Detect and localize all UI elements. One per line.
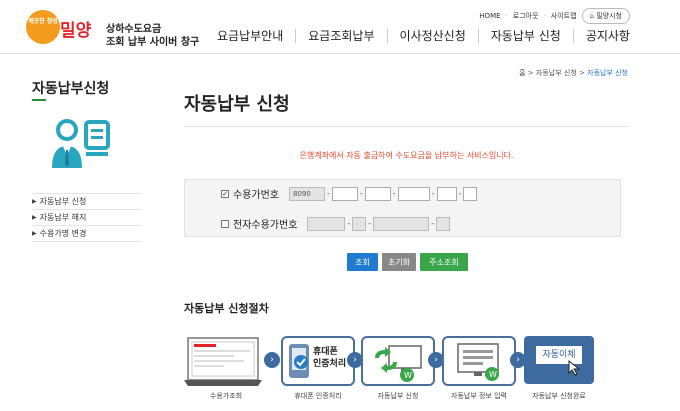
triangle-right-icon: ▶ — [32, 230, 37, 237]
e-customer-number-field-4[interactable] — [436, 216, 451, 231]
divider: · — [543, 12, 546, 20]
e-customer-number-row: 전자수용가번호 - - - — [221, 216, 451, 231]
svg-text:W: W — [404, 371, 412, 380]
step-caption: 휴대폰 인증처리 — [294, 392, 342, 400]
e-customer-number-checkbox[interactable] — [221, 219, 229, 228]
main-nav: 요금납부안내 요금조회납부 이사정산신청 자동납부 신청 공지사항 — [205, 26, 642, 46]
triangle-right-icon: ▶ — [32, 198, 37, 205]
breadcrumb-home[interactable]: 홈 — [519, 69, 525, 77]
logout-link[interactable]: 로그아웃 — [513, 11, 539, 21]
city-hall-label: 밀양시청 — [596, 12, 622, 20]
customer-number-row: ✓ 수용가번호 8090- - - - - — [221, 186, 478, 201]
e-customer-number-field-2[interactable] — [352, 216, 367, 231]
triangle-right-icon: ▶ — [32, 214, 37, 221]
user-document-icon — [50, 116, 112, 174]
header-divider — [0, 53, 680, 54]
home-link[interactable]: HOME — [479, 12, 500, 20]
breadcrumb: 홈 > 자동납부 신청 > 자동납부 신청 — [519, 68, 628, 78]
sidebar-item-name-change[interactable]: ▶ 수용가명 변경 — [32, 226, 142, 242]
cursor-icon — [568, 360, 581, 376]
customer-number-checkbox[interactable]: ✓ — [221, 189, 229, 198]
form-buttons: 조회 초기화 주소조회 — [347, 253, 468, 271]
laptop-icon — [184, 337, 262, 386]
step-phone-verification: 휴대폰 인증처리 — [281, 336, 355, 386]
divider: · — [505, 12, 508, 20]
step-caption: 수용가조회 — [209, 392, 243, 400]
step-info-input: W — [442, 336, 516, 386]
svg-text:W: W — [489, 370, 497, 379]
logo-subtitle-line2: 조회 납부 사이버 창구 — [106, 37, 200, 48]
sidebar-item-auto-payment-apply[interactable]: ▶ 자동납부 신청 — [32, 194, 142, 210]
e-customer-number-field-1[interactable] — [307, 216, 346, 231]
customer-number-field-5[interactable] — [463, 186, 478, 201]
sidebar-accent — [32, 99, 46, 101]
nav-moving-settlement[interactable]: 이사정산신청 — [386, 29, 478, 43]
e-customer-number-label: 전자수용가번호 — [233, 220, 298, 231]
process-title: 자동납부 신청절차 — [184, 302, 269, 315]
nav-notices[interactable]: 공지사항 — [572, 29, 642, 43]
logo-city-name: 밀양 — [60, 21, 92, 41]
search-button[interactable]: 조회 — [347, 253, 378, 271]
e-customer-number-field-3[interactable] — [373, 216, 430, 231]
page-title: 자동납부 신청 — [184, 94, 290, 115]
customer-number-field-3[interactable] — [397, 186, 430, 201]
customer-number-form: ✓ 수용가번호 8090- - - - - 전자수용가번호 - - - — [184, 179, 621, 237]
step-caption: 자동납부 신청완료 — [532, 392, 586, 400]
customer-number-field-4[interactable] — [436, 186, 457, 201]
sidebar-item-label: 수용가명 변경 — [39, 229, 87, 238]
sidebar-item-label: 자동납부 해지 — [39, 213, 87, 222]
step-label: 휴대폰 인증처리 — [313, 347, 347, 369]
breadcrumb-current: 자동납부 신청 — [587, 69, 628, 77]
step-caption: 자동납부 정보 입력 — [451, 392, 507, 400]
step-customer-inquiry — [184, 336, 262, 386]
service-notice: 은행계좌에서 자동 출금하여 수도요금을 납부하는 서비스입니다. — [299, 151, 514, 160]
city-hall-button[interactable]: ⌂ 밀양시청 — [581, 8, 630, 24]
nav-fee-inquiry[interactable]: 요금조회납부 — [295, 29, 386, 43]
customer-number-field-1[interactable] — [331, 186, 358, 201]
customer-number-prefix: 8090 — [289, 186, 325, 201]
logo-badge: 깨끗한 청정 — [26, 10, 60, 44]
reset-button[interactable]: 초기화 — [382, 253, 416, 271]
breadcrumb-separator: > — [579, 69, 585, 77]
step-complete: 자동이체 — [524, 336, 594, 384]
breadcrumb-separator: > — [527, 69, 534, 77]
chevron-right-icon: › — [264, 352, 280, 368]
sidebar-menu: ▶ 자동납부 신청 ▶ 자동납부 해지 ▶ 수용가명 변경 — [32, 193, 142, 242]
utility-links: HOME · 로그아웃 · 사이트맵 ⌂ 밀양시청 — [479, 8, 630, 24]
transfer-monitor-icon: W — [375, 345, 422, 382]
sitemap-link[interactable]: 사이트맵 — [551, 11, 577, 21]
nav-auto-payment[interactable]: 자동납부 신청 — [477, 29, 573, 43]
breadcrumb-level1[interactable]: 자동납부 신청 — [536, 69, 577, 77]
site-logo[interactable]: 깨끗한 청정 밀양 상하수도요금 조회 납부 사이버 창구 — [26, 6, 216, 48]
title-divider — [184, 126, 629, 127]
step-caption: 자동납부 신청 — [377, 392, 419, 400]
step-auto-payment-apply: W — [361, 336, 435, 386]
customer-number-field-2[interactable] — [364, 186, 391, 201]
customer-number-label: 수용가번호 — [233, 190, 279, 201]
sidebar-item-auto-payment-cancel[interactable]: ▶ 자동납부 해지 — [32, 210, 142, 226]
sidebar-item-label: 자동납부 신청 — [39, 197, 87, 206]
nav-fee-guide[interactable]: 요금납부안내 — [205, 29, 295, 43]
home-icon: ⌂ — [589, 12, 594, 20]
sidebar-title: 자동납부신청 — [32, 81, 110, 97]
address-search-button[interactable]: 주소조회 — [420, 253, 468, 271]
monitor-form-icon: W — [457, 343, 499, 381]
